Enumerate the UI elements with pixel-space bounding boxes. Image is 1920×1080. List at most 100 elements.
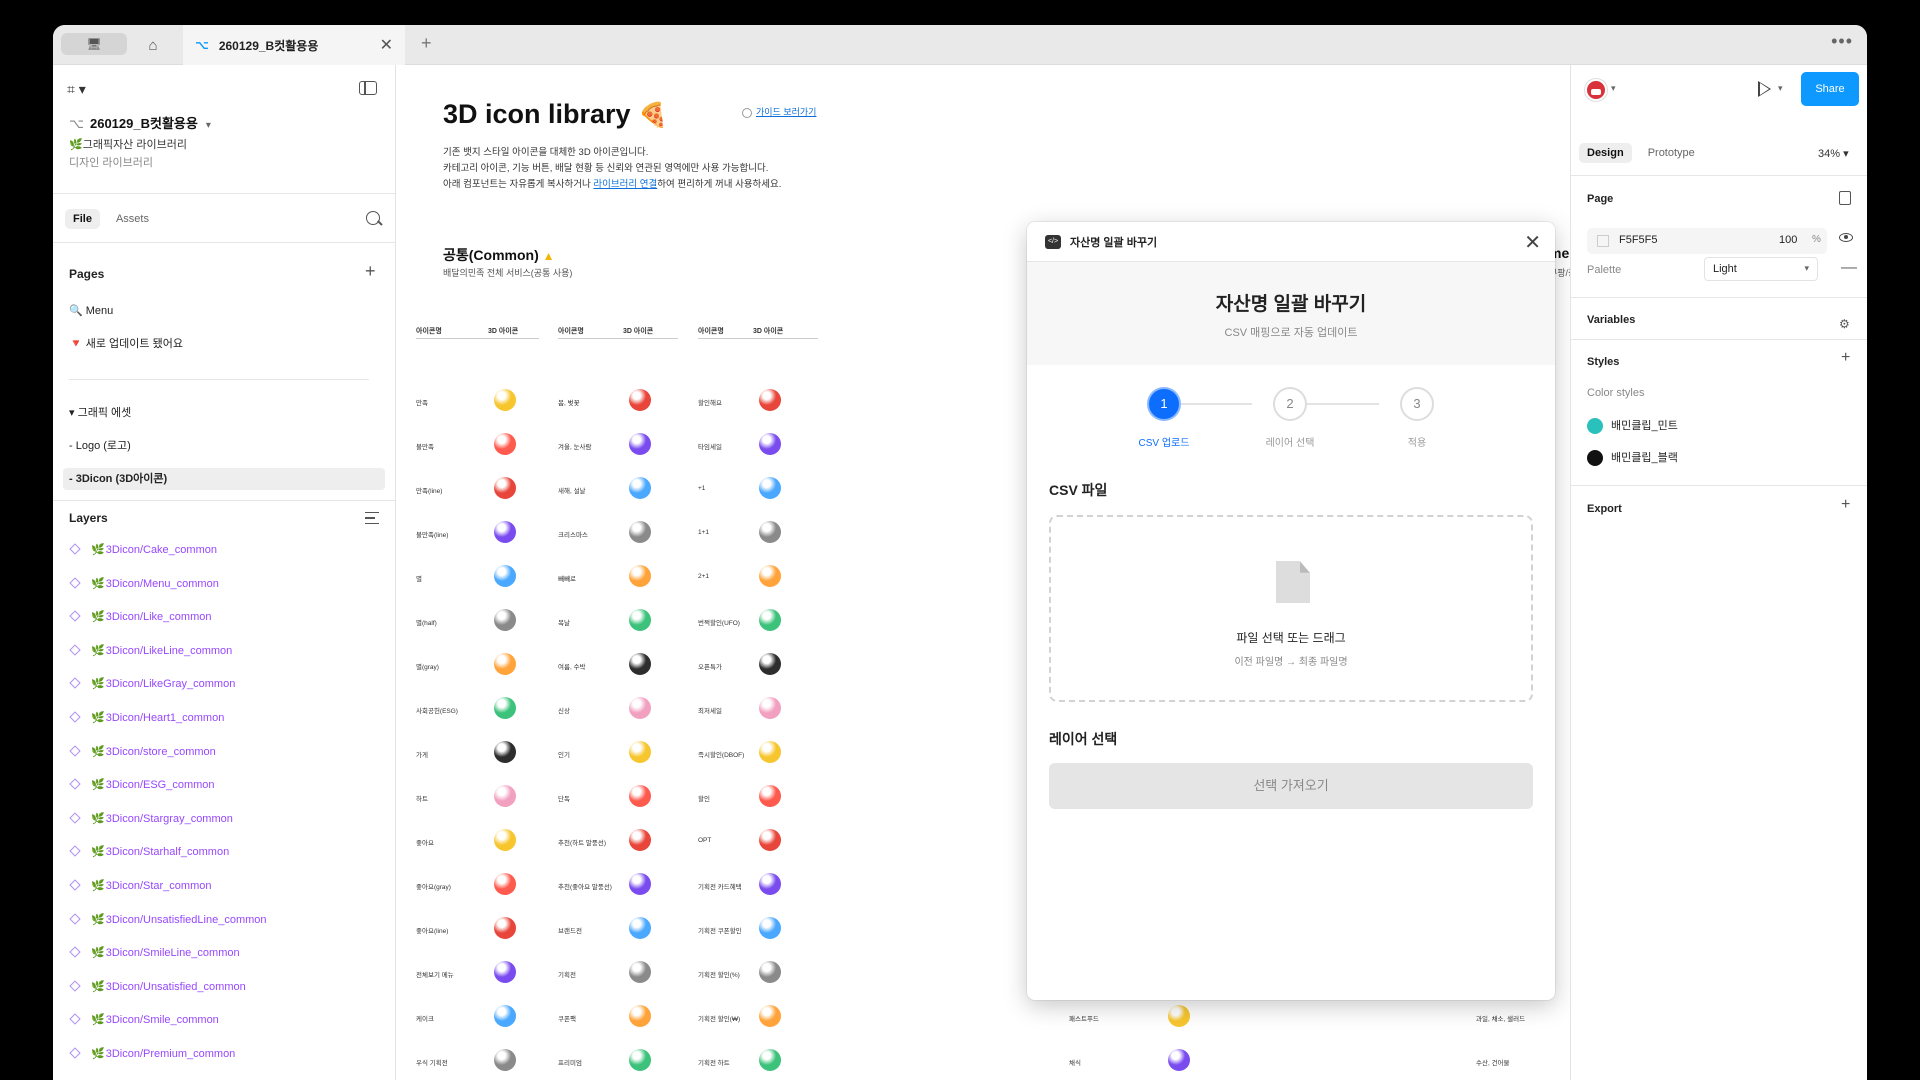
3d-icon[interactable]: [494, 785, 516, 807]
layer-item[interactable]: 🌿3Dicon/Cake_common: [69, 541, 217, 559]
3d-icon[interactable]: [1168, 1049, 1190, 1071]
library-link[interactable]: 라이브러리 연결: [593, 179, 657, 190]
3d-icon[interactable]: [759, 741, 781, 763]
3d-icon[interactable]: [759, 697, 781, 719]
3d-icon[interactable]: [629, 917, 651, 939]
layer-item[interactable]: 🌿3Dicon/store_common: [69, 743, 216, 761]
page-item-logo[interactable]: - Logo (로고): [69, 435, 131, 457]
3d-icon[interactable]: [629, 477, 651, 499]
add-style-icon[interactable]: +: [1841, 349, 1850, 367]
page-color-field[interactable]: F5F5F5 100 %: [1587, 228, 1827, 254]
3d-icon[interactable]: [494, 741, 516, 763]
layer-item[interactable]: 🌿3Dicon/Premium_common: [69, 1045, 235, 1063]
share-button[interactable]: Share: [1801, 72, 1859, 106]
page-style-icon[interactable]: [1839, 191, 1851, 205]
3d-icon[interactable]: [759, 433, 781, 455]
3d-icon[interactable]: [629, 785, 651, 807]
3d-icon[interactable]: [629, 609, 651, 631]
layer-item[interactable]: 🌿3Dicon/LikeGray_common: [69, 675, 235, 693]
chevron-down-icon[interactable]: ▾: [1611, 83, 1616, 94]
3d-icon[interactable]: [759, 829, 781, 851]
style-item[interactable]: 배민클립_민트: [1587, 417, 1678, 435]
3d-icon[interactable]: [629, 521, 651, 543]
layer-item[interactable]: 🌿3Dicon/Like_common: [69, 608, 211, 626]
new-tab-icon[interactable]: +: [421, 33, 432, 54]
3d-icon[interactable]: [759, 785, 781, 807]
3d-icon[interactable]: [629, 961, 651, 983]
3d-icon[interactable]: [629, 873, 651, 895]
layer-item[interactable]: 🌿3Dicon/Starhalf_common: [69, 843, 229, 861]
close-tab-icon[interactable]: ✕: [380, 35, 393, 55]
3d-icon[interactable]: [759, 389, 781, 411]
3d-icon[interactable]: [629, 565, 651, 587]
tab-design[interactable]: Design: [1579, 143, 1632, 163]
3d-icon[interactable]: [494, 565, 516, 587]
fetch-selection-button[interactable]: 선택 가져오기: [1049, 763, 1533, 809]
layer-item[interactable]: 🌿3Dicon/Smile_common: [69, 1011, 219, 1029]
3d-icon[interactable]: [629, 389, 651, 411]
layers-list-icon[interactable]: [365, 512, 379, 524]
chevron-down-icon[interactable]: ▾: [1778, 83, 1783, 94]
guide-link[interactable]: 가이드 보러가기: [742, 105, 816, 118]
3d-icon[interactable]: [494, 1049, 516, 1071]
tab-prototype[interactable]: Prototype: [1640, 143, 1703, 163]
3d-icon[interactable]: [494, 521, 516, 543]
3d-icon[interactable]: [629, 697, 651, 719]
3d-icon[interactable]: [494, 1005, 516, 1027]
3d-icon[interactable]: [629, 433, 651, 455]
page-item-graphic-assets[interactable]: ▾ 그래픽 에셋: [69, 402, 131, 424]
team-name[interactable]: 🌿그래픽자산 라이브러리: [69, 136, 187, 152]
3d-icon[interactable]: [494, 389, 516, 411]
layer-item[interactable]: 🌿3Dicon/Heart1_common: [69, 709, 224, 727]
eye-icon[interactable]: [1839, 233, 1853, 242]
3d-icon[interactable]: [759, 873, 781, 895]
file-tab[interactable]: ⌥ 260129_B컷활용용 ✕: [183, 25, 405, 65]
file-browser-button[interactable]: 🖥: [61, 33, 127, 55]
3d-icon[interactable]: [494, 829, 516, 851]
layer-item[interactable]: 🌿3Dicon/Unsatisfied_common: [69, 978, 246, 996]
3d-icon[interactable]: [494, 873, 516, 895]
close-icon[interactable]: ✕: [1524, 230, 1541, 255]
3d-icon[interactable]: [494, 433, 516, 455]
avatar[interactable]: [1585, 79, 1607, 101]
3d-icon[interactable]: [494, 961, 516, 983]
palette-select[interactable]: Light ▾: [1704, 257, 1818, 281]
layer-item[interactable]: 🌿3Dicon/SmileLine_common: [69, 944, 240, 962]
page-item-new[interactable]: 🔻 새로 업데이트 됐어요: [69, 333, 183, 355]
layer-item[interactable]: 🌿3Dicon/UnsatisfiedLine_common: [69, 911, 267, 929]
3d-icon[interactable]: [1168, 1005, 1190, 1027]
project-name[interactable]: ⌥ 260129_B컷활용용 ▾: [69, 113, 211, 132]
home-icon[interactable]: ⌂: [143, 35, 163, 55]
3d-icon[interactable]: [494, 917, 516, 939]
3d-icon[interactable]: [759, 917, 781, 939]
3d-icon[interactable]: [629, 1005, 651, 1027]
collapse-sidebar-icon[interactable]: [359, 81, 377, 95]
more-icon[interactable]: •••: [1831, 31, 1853, 52]
page-item-3dicon[interactable]: - 3Dicon (3D아이콘): [63, 468, 385, 490]
3d-icon[interactable]: [629, 829, 651, 851]
search-icon[interactable]: [366, 211, 380, 225]
3d-icon[interactable]: [494, 609, 516, 631]
layer-item[interactable]: 🌿3Dicon/Stargray_common: [69, 810, 233, 828]
3d-icon[interactable]: [759, 565, 781, 587]
style-item[interactable]: 배민클립_블랙: [1587, 449, 1678, 467]
3d-icon[interactable]: [629, 653, 651, 675]
3d-icon[interactable]: [629, 741, 651, 763]
present-play-icon[interactable]: [1758, 81, 1771, 97]
3d-icon[interactable]: [759, 1005, 781, 1027]
3d-icon[interactable]: [759, 521, 781, 543]
tab-file[interactable]: File: [65, 209, 100, 229]
color-swatch[interactable]: [1597, 235, 1609, 247]
layer-item[interactable]: 🌿3Dicon/Star_common: [69, 877, 211, 895]
3d-icon[interactable]: [629, 1049, 651, 1071]
add-export-icon[interactable]: +: [1841, 496, 1850, 514]
3d-icon[interactable]: [759, 1049, 781, 1071]
3d-icon[interactable]: [494, 697, 516, 719]
3d-icon[interactable]: [759, 653, 781, 675]
3d-icon[interactable]: [759, 609, 781, 631]
tab-assets[interactable]: Assets: [108, 209, 157, 229]
layer-item[interactable]: 🌿3Dicon/ESG_common: [69, 776, 215, 794]
3d-icon[interactable]: [759, 961, 781, 983]
variables-icon[interactable]: ⚙: [1839, 317, 1850, 331]
layer-item[interactable]: 🌿3Dicon/Menu_common: [69, 575, 219, 593]
